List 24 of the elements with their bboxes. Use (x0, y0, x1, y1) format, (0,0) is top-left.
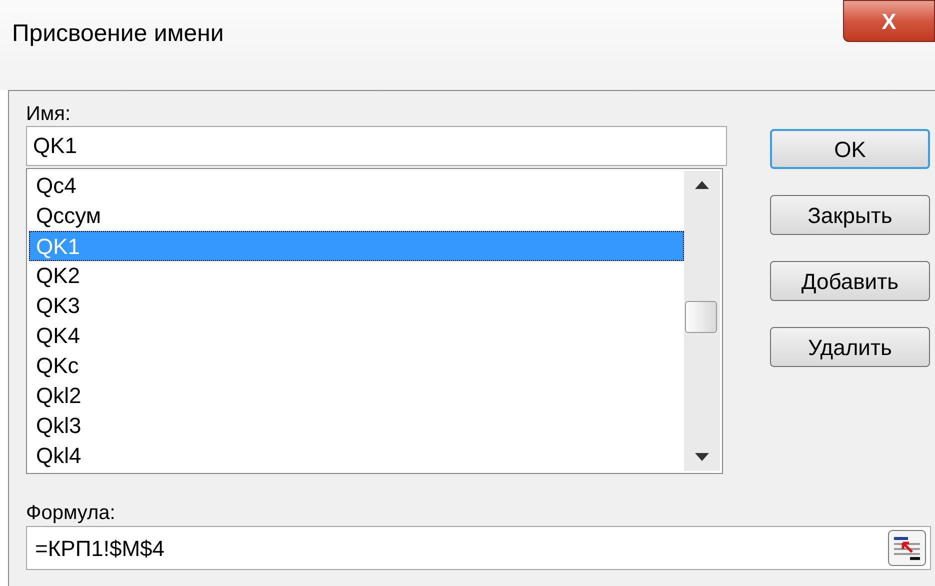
list-item[interactable]: QK4 (29, 321, 684, 351)
dialog-button[interactable]: Удалить (770, 327, 930, 367)
list-item[interactable]: Qkl3 (29, 411, 684, 441)
dialog-button[interactable]: Закрыть (770, 195, 930, 235)
formula-label: Формула: (26, 501, 116, 526)
list-item[interactable]: QK2 (29, 261, 684, 291)
name-label: Имя: (26, 102, 72, 126)
list-item[interactable]: Qkl2 (29, 381, 684, 411)
close-button[interactable]: X (843, 0, 935, 42)
range-select-icon[interactable] (888, 530, 926, 566)
dialog-button[interactable]: OK (770, 129, 930, 169)
formula-field[interactable]: =КРП1!$M$4 (26, 526, 931, 570)
list-item[interactable]: Qccум (29, 201, 684, 231)
list-item[interactable]: Qc4 (29, 171, 684, 201)
name-field[interactable]: QK1 (26, 126, 727, 166)
list-item[interactable]: Qkl4 (29, 441, 684, 471)
list-item[interactable]: QK3 (29, 291, 684, 321)
scroll-down-icon[interactable] (695, 453, 709, 461)
dialog-button[interactable]: Добавить (770, 261, 930, 301)
scrollbar[interactable] (684, 171, 720, 471)
scroll-up-icon[interactable] (695, 181, 709, 189)
window-title: Присвоение имени (12, 19, 224, 49)
list-item[interactable]: QKc (29, 351, 684, 381)
scroll-thumb[interactable] (685, 301, 717, 333)
